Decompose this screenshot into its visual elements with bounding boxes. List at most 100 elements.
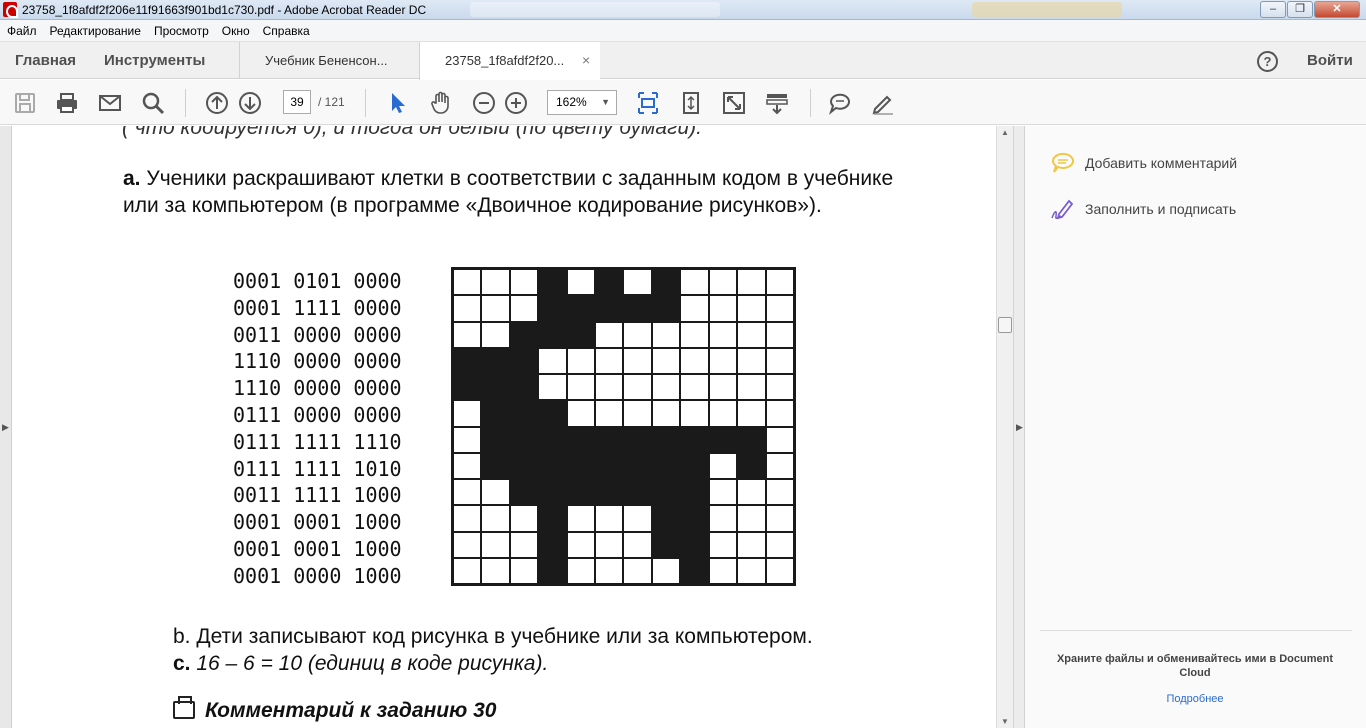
scroll-down-icon[interactable]: ▼ <box>1001 717 1009 726</box>
zoom-out-icon[interactable] <box>472 91 496 115</box>
menu-bar: Файл Редактирование Просмотр Окно Справк… <box>0 20 1366 42</box>
black-cell <box>596 453 623 478</box>
code-row: 0011 1111 1000 <box>233 483 402 508</box>
fit-width-scroll-icon[interactable] <box>636 91 660 115</box>
scroll-up-icon[interactable]: ▲ <box>1001 128 1009 137</box>
paragraph-c-text: 16 – 6 = 10 (единиц в коде рисунка). <box>190 652 549 675</box>
document-page: ( что кодируется 0), и тогда он белый (п… <box>12 126 996 728</box>
login-button[interactable]: Войти <box>1307 52 1353 69</box>
white-cell <box>624 375 651 400</box>
white-cell <box>738 401 765 426</box>
help-icon[interactable]: ? <box>1257 51 1278 72</box>
menu-edit[interactable]: Редактирование <box>50 24 141 38</box>
white-cell <box>482 532 509 557</box>
comment-heading-text: Комментарий к заданию 30 <box>205 699 497 722</box>
expand-left-panel-icon[interactable]: ▶ <box>2 422 9 433</box>
maximize-button[interactable]: ❐ <box>1287 1 1313 18</box>
white-cell <box>709 480 737 505</box>
learn-more-link[interactable]: Подробнее <box>1055 693 1335 705</box>
menu-view[interactable]: Просмотр <box>154 24 209 38</box>
white-cell <box>454 532 481 557</box>
scrollbar-thumb[interactable] <box>998 317 1012 333</box>
black-cell <box>652 532 680 557</box>
zoom-in-icon[interactable] <box>504 91 528 115</box>
select-cursor-icon[interactable] <box>386 91 410 115</box>
tab-document-2[interactable]: 23758_1f8afdf2f20... × <box>419 42 600 80</box>
full-screen-icon[interactable] <box>722 91 746 115</box>
black-cell <box>539 296 566 321</box>
white-cell <box>624 270 651 295</box>
white-cell <box>596 506 623 531</box>
search-icon[interactable] <box>141 91 165 115</box>
white-cell <box>681 375 708 400</box>
add-comment-tool[interactable]: Добавить комментарий <box>1051 152 1237 174</box>
black-cell <box>510 480 538 505</box>
vertical-scrollbar[interactable]: ▲ ▼ <box>996 126 1013 728</box>
menu-help[interactable]: Справка <box>263 24 310 38</box>
toolbar-separator <box>365 89 366 117</box>
binary-codes: 0001 0101 0000 0001 1111 0000 0011 0000 00… <box>233 268 402 590</box>
menu-file[interactable]: Файл <box>7 24 37 38</box>
tools-pane: Добавить комментарий Заполнить и подписа… <box>1025 126 1366 728</box>
close-window-button[interactable]: ✕ <box>1314 1 1360 18</box>
tab-tools[interactable]: Инструменты <box>104 52 205 69</box>
white-cell <box>454 401 481 426</box>
white-cell <box>539 375 566 400</box>
white-cell <box>567 506 595 531</box>
next-page-icon[interactable] <box>238 91 262 115</box>
tab-home[interactable]: Главная <box>15 52 76 69</box>
save-icon[interactable] <box>13 91 37 115</box>
page-number-input[interactable]: 39 <box>283 90 311 114</box>
black-cell <box>510 401 538 426</box>
print-icon[interactable] <box>55 91 79 115</box>
black-cell <box>652 453 680 478</box>
black-cell <box>510 348 538 373</box>
highlight-pen-icon[interactable] <box>871 91 895 115</box>
title-bar-blur-2 <box>972 2 1122 17</box>
code-row: 0011 0000 0000 <box>233 322 402 347</box>
scrolling-mode-icon[interactable] <box>765 91 789 115</box>
white-cell <box>596 558 623 583</box>
email-icon[interactable] <box>98 91 122 115</box>
white-cell <box>738 348 765 373</box>
black-cell <box>454 348 481 373</box>
white-cell <box>766 296 793 321</box>
fill-sign-tool[interactable]: Заполнить и подписать <box>1051 198 1236 220</box>
page-total: / 121 <box>318 95 345 109</box>
collapse-right-panel-icon[interactable]: ▶ <box>1016 422 1023 433</box>
menu-window[interactable]: Окно <box>222 24 250 38</box>
white-cell <box>624 322 651 347</box>
black-cell <box>738 427 765 452</box>
paragraph-a-label: a. <box>123 167 141 190</box>
black-cell <box>567 480 595 505</box>
minimize-button[interactable]: – <box>1260 1 1286 18</box>
black-cell <box>596 296 623 321</box>
code-row: 1110 0000 0000 <box>233 376 402 401</box>
tab-document-1[interactable]: Учебник Бененсон... <box>239 42 419 79</box>
white-cell <box>482 322 509 347</box>
white-cell <box>624 506 651 531</box>
white-cell <box>766 401 793 426</box>
right-panel-toggle[interactable]: ▶ <box>1013 126 1025 728</box>
title-bar-blur <box>470 2 720 17</box>
document-cloud-promo: Храните файлы и обменивайтесь ими в Docu… <box>1056 653 1334 679</box>
white-cell <box>709 558 737 583</box>
white-cell <box>766 270 793 295</box>
zoom-dropdown[interactable]: 162% ▼ <box>547 90 617 115</box>
previous-page-icon[interactable] <box>205 91 229 115</box>
black-cell <box>482 401 509 426</box>
white-cell <box>482 506 509 531</box>
clipped-text-line: ( что кодируется 0), и тогда он белый (п… <box>122 126 702 139</box>
white-cell <box>596 532 623 557</box>
black-cell <box>567 296 595 321</box>
white-cell <box>681 296 708 321</box>
black-cell <box>567 322 595 347</box>
left-panel-toggle[interactable]: ▶ <box>0 126 12 728</box>
hand-tool-icon[interactable] <box>429 91 453 115</box>
comment-icon[interactable] <box>828 91 852 115</box>
white-cell <box>738 506 765 531</box>
pixel-grid-cells <box>454 270 793 583</box>
fit-page-icon[interactable] <box>679 91 703 115</box>
close-tab-icon[interactable]: × <box>582 52 590 68</box>
white-cell <box>652 322 680 347</box>
